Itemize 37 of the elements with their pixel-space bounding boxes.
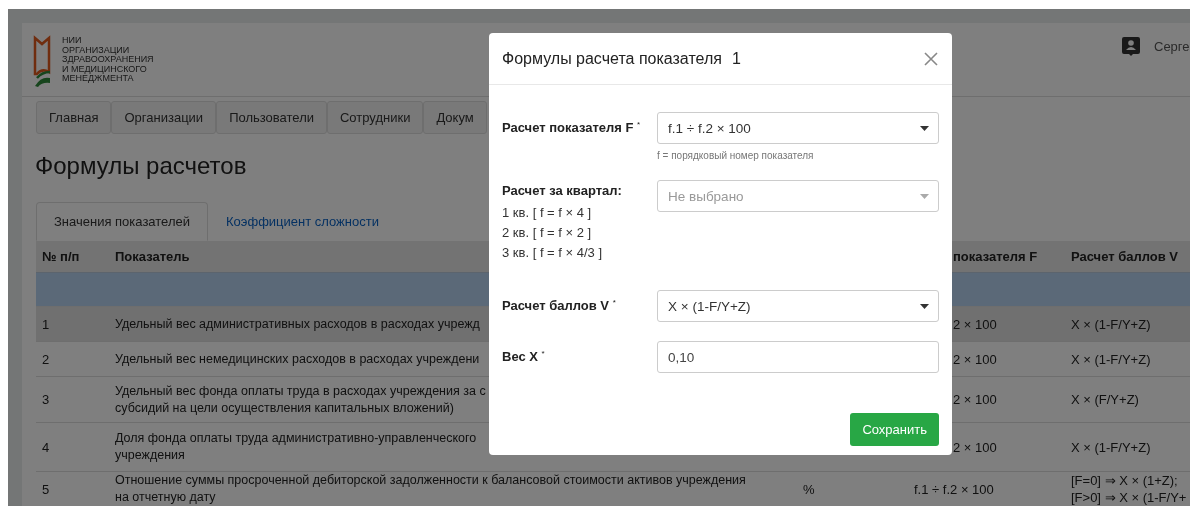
modal-title: Формулы расчета показателя xyxy=(502,49,722,68)
column-header: показателя F xyxy=(953,249,1038,264)
table-cell: Удельный вес фонда оплаты труда в расходах учреждения за с субсидий на цели осуществления капитальных вложений) xyxy=(115,382,486,417)
column-header: Показатель xyxy=(115,249,190,264)
table-cell: 2 × 100 xyxy=(953,315,997,333)
table-cell: 4 xyxy=(42,438,50,456)
table-cell: 2 × 100 xyxy=(953,350,997,368)
table-cell: f.1 ÷ f.2 × 100 xyxy=(914,480,994,498)
quarter-note: 3 кв. [ f = f × 4/3 ] xyxy=(502,244,604,262)
table-cell: Отношение суммы просроченной дебиторской задолженности к балансовой стоимости активов учреждения на отчетную дату xyxy=(115,472,746,506)
table-cell: 3 xyxy=(42,391,50,408)
table-cell: 2 xyxy=(42,350,50,368)
table-cell: % xyxy=(803,480,815,498)
table-cell: [F=0] ⇒ X × (1+Z); [F>0] ⇒ X × (1-F/Y+ xyxy=(1071,472,1187,506)
quarter-note: 2 кв. [ f = f × 2 ] xyxy=(502,224,593,242)
page-title: Формулы расчетов xyxy=(35,152,247,180)
quarter-note: 1 кв. [ f = f × 4 ] xyxy=(502,204,593,222)
field-hint: f = порядковый номер показателя xyxy=(657,150,815,161)
table-cell: 2 × 100 xyxy=(953,391,997,408)
column-header: № п/п xyxy=(42,249,80,264)
field-label: Расчет показателя F $^{*}$ xyxy=(502,119,642,136)
column-header: Расчет баллов V xyxy=(1071,249,1179,264)
table-cell: Удельный вес административных расходов в расходах учрежд xyxy=(115,315,480,333)
table-cell: 1 xyxy=(42,315,50,333)
table-cell: X × (1-F/Y+Z) xyxy=(1071,350,1151,368)
field-label: Расчет баллов V $^{*}$ xyxy=(502,297,617,314)
table-cell: 2 × 100 xyxy=(953,438,997,456)
table-cell: X × (1-F/Y+Z) xyxy=(1071,438,1151,456)
table-cell: X × (1-F/Y+Z) xyxy=(1071,315,1151,333)
table-cell: 5 xyxy=(42,480,50,498)
field-label: Вес X $^{*}$ xyxy=(502,348,546,365)
logo-text: НИИ ОРГАНИЗАЦИИ ЗДРАВООХРАНЕНИЯ И МЕДИЦИНСКОГО МЕНЕДЖМЕНТА xyxy=(62,36,154,84)
table-cell: X × (F/Y+Z) xyxy=(1071,391,1139,408)
field-label: Расчет за квартал: xyxy=(502,182,623,198)
modal-number: 1 xyxy=(731,49,741,68)
table-cell: Доля фонда оплаты труда административно-управленческого учреждения xyxy=(115,430,477,464)
table-cell: Удельный вес немедицинских расходов в расходах учреждени xyxy=(115,350,480,368)
